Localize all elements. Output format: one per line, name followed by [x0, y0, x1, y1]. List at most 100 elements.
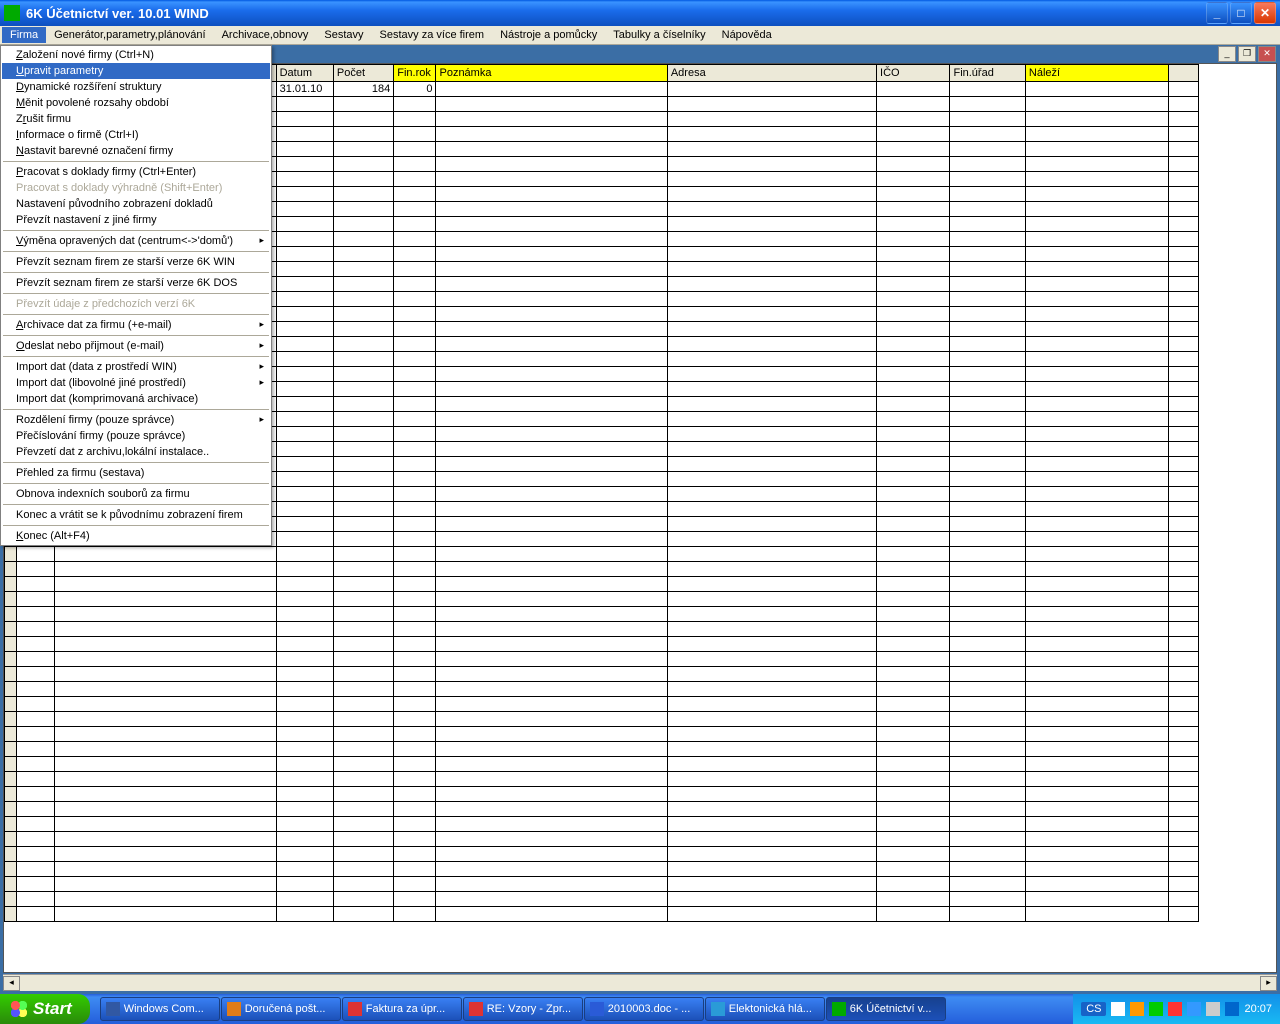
- grid-cell[interactable]: [1025, 187, 1168, 202]
- grid-cell[interactable]: [333, 217, 393, 232]
- grid-cell[interactable]: [276, 847, 333, 862]
- tray-icon[interactable]: [1187, 1002, 1201, 1016]
- grid-cell[interactable]: [1025, 412, 1168, 427]
- grid-cell[interactable]: [667, 112, 876, 127]
- grid-cell[interactable]: [667, 457, 876, 472]
- grid-cell[interactable]: [394, 247, 436, 262]
- grid-cell[interactable]: [17, 607, 55, 622]
- grid-cell[interactable]: [394, 337, 436, 352]
- grid-cell[interactable]: [333, 322, 393, 337]
- grid-cell[interactable]: [394, 607, 436, 622]
- grid-cell[interactable]: [5, 802, 17, 817]
- grid-cell[interactable]: [436, 442, 667, 457]
- grid-cell[interactable]: [276, 487, 333, 502]
- grid-cell[interactable]: [5, 787, 17, 802]
- grid-cell[interactable]: [950, 862, 1025, 877]
- grid-cell[interactable]: [394, 742, 436, 757]
- grid-cell[interactable]: [667, 667, 876, 682]
- grid-cell[interactable]: [950, 307, 1025, 322]
- grid-cell[interactable]: [333, 577, 393, 592]
- grid-cell[interactable]: [276, 532, 333, 547]
- grid-cell[interactable]: [436, 367, 667, 382]
- grid-cell[interactable]: [17, 817, 55, 832]
- grid-cell[interactable]: [436, 787, 667, 802]
- grid-cell[interactable]: [1025, 427, 1168, 442]
- grid-cell[interactable]: [950, 292, 1025, 307]
- grid-cell[interactable]: [1168, 622, 1198, 637]
- grid-cell[interactable]: [17, 547, 55, 562]
- grid-cell[interactable]: [17, 742, 55, 757]
- grid-cell[interactable]: [877, 277, 950, 292]
- grid-cell[interactable]: [276, 712, 333, 727]
- menu-item[interactable]: Zrušit firmu: [2, 111, 270, 127]
- window-minimize-button[interactable]: _: [1206, 2, 1228, 24]
- column-header[interactable]: Fin.úřad: [950, 65, 1025, 82]
- grid-cell[interactable]: [276, 562, 333, 577]
- grid-cell[interactable]: [950, 487, 1025, 502]
- grid-cell[interactable]: [877, 292, 950, 307]
- grid-cell[interactable]: [17, 712, 55, 727]
- grid-cell[interactable]: [17, 787, 55, 802]
- grid-cell[interactable]: [333, 757, 393, 772]
- grid-cell[interactable]: [667, 592, 876, 607]
- grid-cell[interactable]: [276, 877, 333, 892]
- grid-cell[interactable]: [1168, 742, 1198, 757]
- grid-cell[interactable]: [1025, 907, 1168, 922]
- grid-cell[interactable]: [333, 127, 393, 142]
- grid-cell[interactable]: [877, 607, 950, 622]
- grid-cell[interactable]: [5, 577, 17, 592]
- grid-cell[interactable]: [276, 862, 333, 877]
- grid-cell[interactable]: [17, 682, 55, 697]
- grid-cell[interactable]: 31.01.10: [276, 82, 333, 97]
- grid-cell[interactable]: [1168, 262, 1198, 277]
- grid-cell[interactable]: [17, 622, 55, 637]
- grid-cell[interactable]: [5, 622, 17, 637]
- menu-item[interactable]: Import dat (libovolné jiné prostředí): [2, 375, 270, 391]
- grid-cell[interactable]: [333, 382, 393, 397]
- grid-cell[interactable]: [1025, 172, 1168, 187]
- grid-cell[interactable]: [1168, 367, 1198, 382]
- grid-cell[interactable]: [1025, 562, 1168, 577]
- grid-cell[interactable]: [667, 652, 876, 667]
- grid-cell[interactable]: [333, 652, 393, 667]
- grid-cell[interactable]: [333, 202, 393, 217]
- grid-cell[interactable]: [276, 892, 333, 907]
- grid-cell[interactable]: [1025, 802, 1168, 817]
- grid-cell[interactable]: [17, 862, 55, 877]
- grid-cell[interactable]: [1025, 307, 1168, 322]
- grid-cell[interactable]: [1025, 352, 1168, 367]
- menu-archivace-obnovy[interactable]: Archivace,obnovy: [214, 27, 317, 43]
- grid-cell[interactable]: [333, 712, 393, 727]
- grid-cell[interactable]: [1168, 487, 1198, 502]
- grid-cell[interactable]: [276, 472, 333, 487]
- grid-cell[interactable]: [667, 622, 876, 637]
- grid-cell[interactable]: [877, 532, 950, 547]
- grid-cell[interactable]: [276, 787, 333, 802]
- grid-cell[interactable]: [667, 277, 876, 292]
- grid-cell[interactable]: [333, 772, 393, 787]
- grid-cell[interactable]: [276, 817, 333, 832]
- grid-cell[interactable]: [276, 412, 333, 427]
- grid-cell[interactable]: [877, 382, 950, 397]
- grid-cell[interactable]: [877, 877, 950, 892]
- grid-cell[interactable]: [276, 652, 333, 667]
- grid-cell[interactable]: [55, 862, 276, 877]
- grid-cell[interactable]: [333, 337, 393, 352]
- grid-cell[interactable]: [5, 832, 17, 847]
- grid-cell[interactable]: [877, 172, 950, 187]
- tray-volume-icon[interactable]: [1206, 1002, 1220, 1016]
- grid-cell[interactable]: [1168, 352, 1198, 367]
- grid-cell[interactable]: [877, 307, 950, 322]
- grid-cell[interactable]: [1025, 757, 1168, 772]
- grid-cell[interactable]: [950, 382, 1025, 397]
- grid-cell[interactable]: [276, 157, 333, 172]
- grid-cell[interactable]: [394, 292, 436, 307]
- grid-cell[interactable]: [394, 562, 436, 577]
- grid-cell[interactable]: [877, 352, 950, 367]
- grid-cell[interactable]: [276, 742, 333, 757]
- grid-cell[interactable]: [276, 142, 333, 157]
- grid-cell[interactable]: [877, 427, 950, 442]
- grid-cell[interactable]: [950, 892, 1025, 907]
- grid-cell[interactable]: [17, 697, 55, 712]
- grid-cell[interactable]: [1025, 112, 1168, 127]
